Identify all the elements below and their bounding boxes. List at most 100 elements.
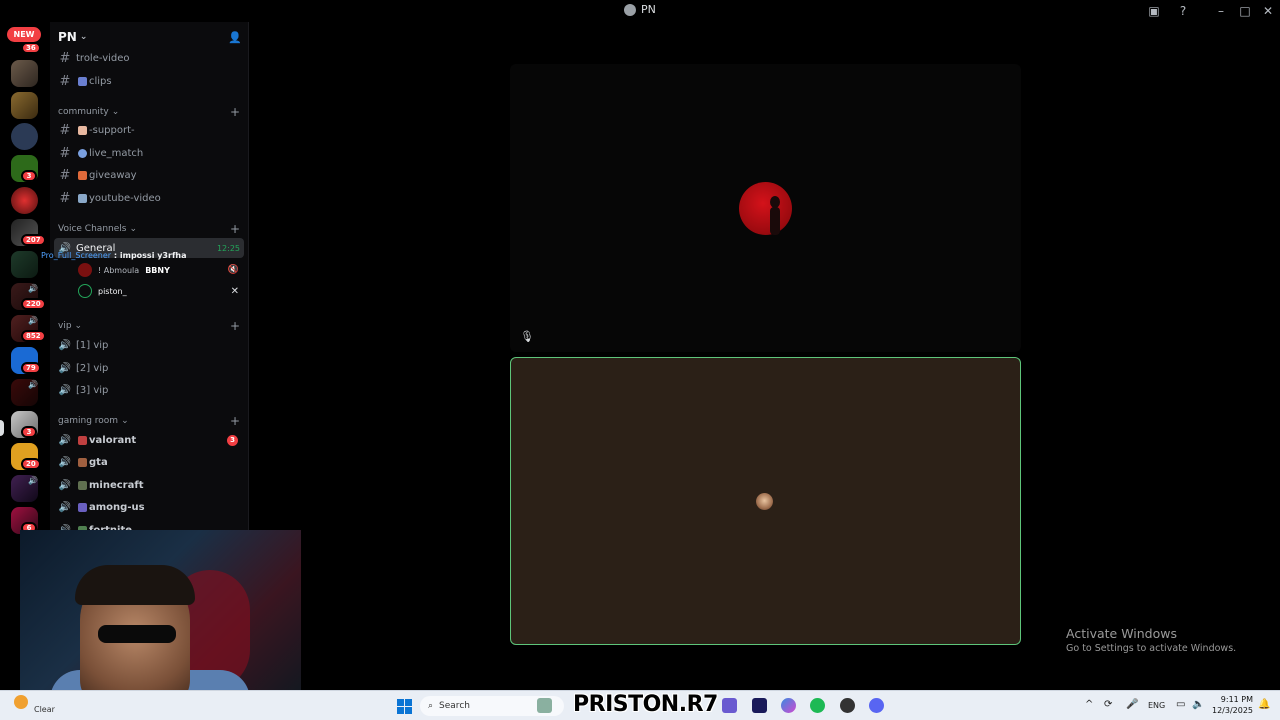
weather-icon[interactable]: [14, 695, 28, 709]
channel-label: [2] vip: [76, 362, 109, 374]
voice-user-abmoula[interactable]: ! Abmoula BBNY 🔇: [78, 261, 243, 279]
channel-support[interactable]: # -support-: [54, 120, 244, 140]
hash-icon: #: [59, 122, 71, 138]
discord-icon[interactable]: [869, 698, 884, 713]
add-channel-icon[interactable]: +: [230, 414, 240, 428]
channel-label: minecraft: [89, 479, 144, 491]
app-icon[interactable]: [537, 698, 552, 713]
muted-deafened-icon: 🔇: [227, 265, 239, 275]
new-badge[interactable]: NEW: [7, 27, 41, 42]
chevron-down-icon: ⌄: [129, 224, 137, 234]
mention-badge: 207: [21, 234, 46, 246]
mic-icon[interactable]: 🎤: [1126, 699, 1138, 710]
copilot-icon[interactable]: [781, 698, 796, 713]
volume-icon[interactable]: 🔈: [1192, 699, 1204, 710]
voice-channel-minecraft[interactable]: 🔊 minecraft: [54, 475, 244, 495]
speaker-icon: 🔊: [28, 284, 38, 293]
channel-giveaway[interactable]: # giveaway: [54, 165, 244, 185]
voice-channel-vip-2[interactable]: 🔊 [2] vip: [54, 358, 244, 378]
invite-icon[interactable]: 👤: [228, 31, 242, 44]
user-name: piston_: [98, 286, 127, 296]
chevron-down-icon: ⌄: [79, 32, 88, 42]
teams-icon[interactable]: [722, 698, 737, 713]
voice-channel-among-us[interactable]: 🔊 among-us: [54, 497, 244, 517]
server-icon-2[interactable]: [11, 92, 38, 119]
server-icon-3[interactable]: [11, 123, 38, 150]
handshake-icon: [78, 125, 87, 135]
voice-channel-valorant[interactable]: 🔊 valorant 3: [54, 430, 244, 450]
brand-watermark: PRISTON.R7: [573, 692, 718, 717]
search-placeholder: Search: [439, 701, 470, 711]
mention-badge: 852: [21, 330, 46, 342]
activate-windows-watermark: Activate Windows Go to Settings to activ…: [1066, 626, 1236, 654]
mention-badge: 20: [21, 458, 41, 470]
server-icon-1[interactable]: [11, 60, 38, 87]
server-header[interactable]: PN ⌄: [58, 30, 87, 44]
add-channel-icon[interactable]: +: [230, 222, 240, 236]
category-label: gaming room: [58, 416, 119, 426]
category-gaming-room[interactable]: gaming room ⌄ +: [58, 414, 244, 428]
sunglasses-shape: [98, 625, 176, 643]
inbox-icon[interactable]: ▣: [1145, 3, 1163, 19]
voice-channel-vip-1[interactable]: 🔊 [1] vip: [54, 335, 244, 355]
category-label: community: [58, 107, 109, 117]
silhouette-icon: [770, 196, 780, 235]
minimize-button[interactable]: –: [1212, 3, 1230, 19]
category-vip[interactable]: vip ⌄ +: [58, 319, 244, 333]
pickaxe-icon: [78, 480, 87, 490]
add-channel-icon[interactable]: +: [230, 319, 240, 333]
server-icon-5[interactable]: [11, 187, 38, 214]
network-icon[interactable]: ▭: [1176, 699, 1185, 710]
chevron-down-icon: ⌄: [111, 107, 120, 117]
category-community[interactable]: community ⌄ +: [58, 105, 244, 119]
speaker-icon: 🔊: [28, 380, 38, 389]
close-button[interactable]: ✕: [1259, 3, 1277, 19]
weather-text: Clear: [34, 705, 55, 714]
activity-message: Pro_Full_Screener : impossi y3rfha: [41, 251, 187, 260]
clock[interactable]: 9:11 PM 12/3/2025: [1212, 694, 1253, 716]
channel-youtube-video[interactable]: # youtube-video: [54, 188, 244, 208]
channel-clips[interactable]: # clips: [54, 71, 244, 91]
maximize-button[interactable]: □: [1236, 3, 1254, 19]
user-name: ! Abmoula: [98, 265, 140, 275]
voice-user-piston[interactable]: piston_ ✕: [78, 282, 243, 300]
speaker-icon: 🔊: [58, 456, 72, 468]
muted-mic-icon: 🎙: [520, 330, 534, 343]
channel-trole-video[interactable]: # trole-video: [54, 48, 244, 68]
ping-badge: 3: [227, 434, 238, 446]
hash-icon: #: [59, 190, 71, 206]
sync-icon[interactable]: ⟳: [1104, 699, 1112, 710]
clock-time: 9:11 PM: [1220, 695, 1254, 704]
speaker-icon: 🔊: [28, 316, 38, 325]
activate-title: Activate Windows: [1066, 626, 1177, 641]
premiere-icon[interactable]: [752, 698, 767, 713]
category-voice-channels[interactable]: Voice Channels ⌄ +: [58, 222, 244, 236]
notification-bell-icon[interactable]: 🔔: [1258, 699, 1270, 710]
windows-start-icon[interactable]: [397, 699, 412, 714]
channel-label: -support-: [89, 124, 135, 136]
channel-label: trole-video: [76, 52, 130, 64]
speaker-icon: 🔊: [58, 434, 72, 446]
voice-channel-vip-3[interactable]: 🔊 [3] vip: [54, 380, 244, 400]
channel-label: [3] vip: [76, 384, 109, 396]
chevron-up-icon[interactable]: ^: [1085, 699, 1093, 710]
title-bar: PN ▣ ? – □ ✕: [0, 0, 1280, 22]
server-icon-7[interactable]: [11, 251, 38, 278]
mention-badge: 3: [21, 426, 37, 438]
chevron-down-icon: ⌄: [74, 321, 83, 331]
channel-live-match[interactable]: # live_match: [54, 143, 244, 163]
chevron-down-icon: ⌄: [121, 416, 129, 426]
webcam-overlay: [20, 530, 301, 704]
activity-text: : impossi y3rfha: [111, 251, 187, 260]
server-name: PN: [58, 30, 77, 44]
obs-icon[interactable]: [840, 698, 855, 713]
channel-label: giveaway: [89, 169, 137, 181]
channel-label: youtube-video: [89, 192, 161, 204]
language-indicator[interactable]: ENG: [1148, 701, 1165, 710]
spotify-icon[interactable]: [810, 698, 825, 713]
voice-channel-gta[interactable]: 🔊 gta: [54, 452, 244, 472]
participant-avatar: [756, 493, 773, 510]
channel-label: gta: [89, 456, 108, 468]
help-icon[interactable]: ?: [1174, 3, 1192, 19]
add-channel-icon[interactable]: +: [230, 105, 240, 119]
